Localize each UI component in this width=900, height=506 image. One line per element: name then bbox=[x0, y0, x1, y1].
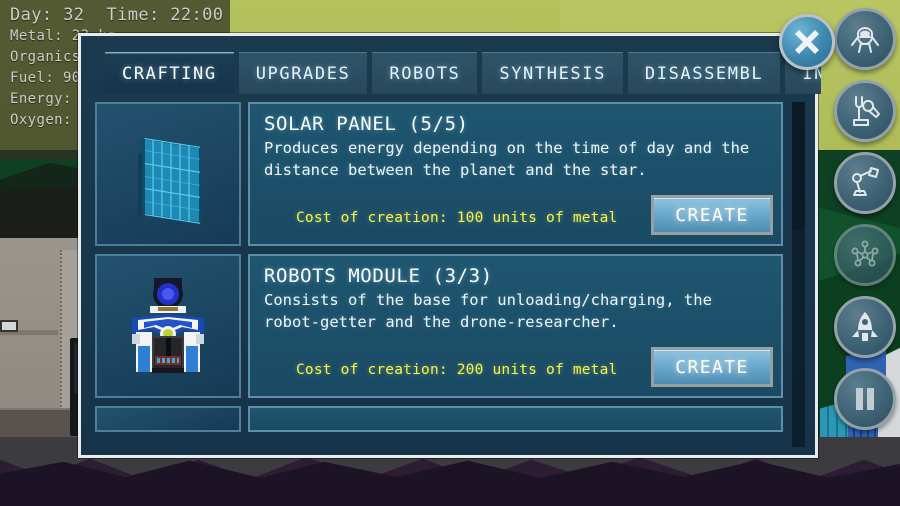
right-action-rail bbox=[834, 8, 896, 430]
astronaut-suit-icon bbox=[851, 27, 879, 53]
item-cost: Cost of creation: 200 units of metal bbox=[296, 362, 618, 378]
molecule-research-icon bbox=[851, 240, 879, 267]
item-detail bbox=[248, 406, 783, 432]
item-icon-frame bbox=[95, 102, 241, 246]
tab-robots[interactable]: ROBOTS bbox=[372, 52, 478, 94]
time-display: Time: 22:00 bbox=[106, 5, 224, 25]
research-button[interactable] bbox=[834, 224, 896, 286]
item-icon-frame bbox=[95, 254, 241, 398]
robot-module-icon bbox=[132, 278, 204, 373]
craft-item-list[interactable]: SOLAR PANEL (5/5) Produces energy depend… bbox=[95, 102, 795, 447]
item-description: Produces energy depending on the time of… bbox=[264, 139, 750, 179]
robot-arm-button[interactable] bbox=[834, 152, 896, 214]
day-counter: Day: 32 bbox=[10, 5, 85, 25]
item-title: ROBOTS MODULE (3/3) bbox=[264, 265, 493, 287]
pause-button[interactable] bbox=[834, 368, 896, 430]
solar-panel-icon bbox=[138, 137, 201, 225]
crafting-tools-button[interactable] bbox=[834, 80, 896, 142]
craft-item-row: ROBOTS MODULE (3/3) Consists of the base… bbox=[95, 254, 783, 398]
item-detail: SOLAR PANEL (5/5) Produces energy depend… bbox=[248, 102, 783, 246]
tab-upgrades[interactable]: UPGRADES bbox=[238, 52, 368, 94]
item-cost: Cost of creation: 100 units of metal bbox=[296, 210, 618, 226]
tab-crafting[interactable]: CRAFTING bbox=[105, 52, 234, 94]
craft-item-row: SOLAR PANEL (5/5) Produces energy depend… bbox=[95, 102, 783, 246]
robot-arm-icon bbox=[852, 167, 879, 196]
crafting-dialog: CRAFTING UPGRADES ROBOTS SYNTHESIS DISAS… bbox=[78, 33, 821, 458]
tab-bar: CRAFTING UPGRADES ROBOTS SYNTHESIS DISAS… bbox=[81, 52, 821, 94]
list-scrollbar-thumb[interactable] bbox=[792, 102, 805, 230]
wrench-tools-icon bbox=[853, 96, 880, 126]
rocket-launch-button[interactable] bbox=[834, 296, 896, 358]
close-dialog-button[interactable] bbox=[779, 14, 835, 70]
wall-vent bbox=[0, 320, 18, 332]
craft-item-row-partial[interactable] bbox=[95, 406, 783, 432]
item-icon-frame bbox=[95, 406, 241, 432]
item-detail: ROBOTS MODULE (3/3) Consists of the base… bbox=[248, 254, 783, 398]
create-button[interactable]: CREATE bbox=[651, 347, 773, 387]
list-scrollbar-track[interactable] bbox=[792, 102, 805, 447]
pause-icon bbox=[856, 388, 874, 410]
game-screen: Day: 32 Time: 22:00 Metal: 23 kg Organic… bbox=[0, 0, 900, 506]
astronaut-suit-button[interactable] bbox=[834, 8, 896, 70]
rocket-icon bbox=[852, 312, 878, 341]
item-description: Consists of the base for unloading/charg… bbox=[264, 291, 712, 331]
create-button[interactable]: CREATE bbox=[651, 195, 773, 235]
item-title: SOLAR PANEL (5/5) bbox=[264, 113, 469, 135]
close-icon bbox=[795, 30, 819, 54]
tab-synthesis[interactable]: SYNTHESIS bbox=[482, 52, 623, 94]
tab-disassemble[interactable]: DISASSEMBL bbox=[627, 52, 781, 94]
